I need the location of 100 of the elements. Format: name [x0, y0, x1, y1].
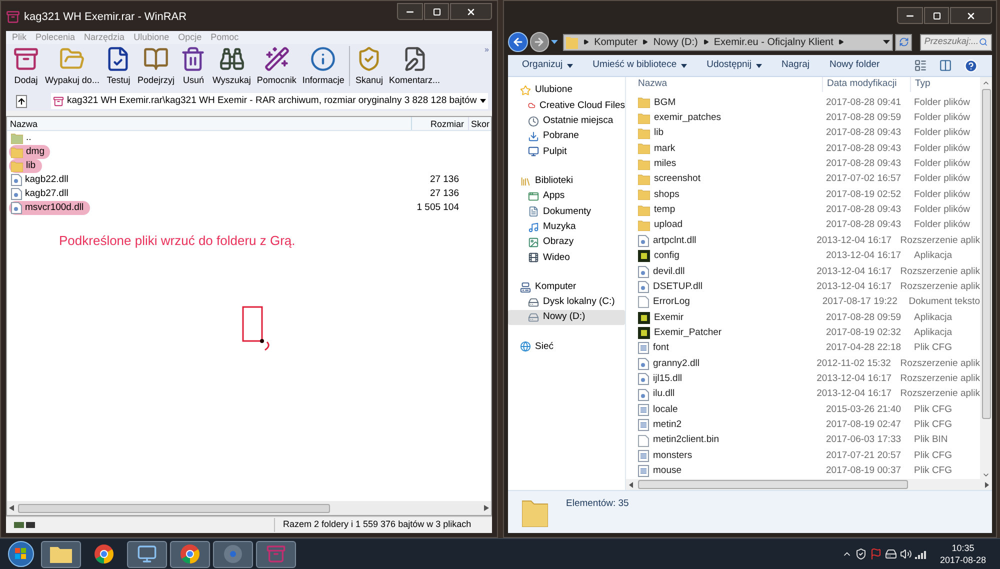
file-row[interactable]: upload 2017-08-28 09:43 Folder plików	[626, 218, 980, 234]
file-row[interactable]: metin2 2017-08-19 02:47 Plik CFG	[626, 418, 980, 433]
toolbar-button[interactable]: Komentarz...	[386, 46, 444, 88]
breadcrumb-item[interactable]: Nowy (D:)	[653, 34, 698, 50]
file-row[interactable]: devil.dll 2013-12-04 16:17 Rozszerzenie aplik	[626, 264, 980, 280]
horizontal-scrollbar[interactable]	[626, 479, 992, 490]
preview-pane-icon[interactable]	[939, 59, 952, 72]
file-row[interactable]: BGM 2017-08-28 09:41 Folder plików	[626, 95, 980, 110]
maximize-button[interactable]	[424, 3, 449, 20]
close-button[interactable]	[450, 3, 492, 20]
drive-icon[interactable]	[884, 548, 897, 560]
nav-item[interactable]: Obrazy	[508, 234, 625, 250]
command-button[interactable]: Organizuj	[522, 58, 573, 73]
file-row[interactable]: temp 2017-08-28 09:43 Folder plików	[626, 202, 980, 218]
file-row[interactable]: Exemir 2017-08-28 09:59 Aplikacja	[626, 310, 980, 326]
vertical-scrollbar[interactable]	[980, 77, 992, 479]
file-row[interactable]: config 2013-12-04 16:17 Aplikacja	[626, 248, 980, 264]
toolbar-button[interactable]: Informacje	[299, 46, 348, 88]
file-row[interactable]: mark 2017-08-28 09:43 Folder plików	[626, 141, 980, 156]
file-row[interactable]: screenshot 2017-07-02 16:57 Folder plików	[626, 172, 980, 188]
nav-item[interactable]: Nowy (D:)	[508, 310, 625, 326]
column-header[interactable]: Data modyfikacji	[822, 77, 910, 92]
nav-item[interactable]: Creative Cloud Files	[508, 98, 625, 114]
command-button[interactable]: Nagraj	[782, 58, 810, 73]
nav-item[interactable]: Ostatnie miejsca	[508, 113, 625, 129]
file-row[interactable]: exemir_patches 2017-08-28 09:59 Folder plików	[626, 110, 980, 126]
nav-item[interactable]: Dysk lokalny (C:)	[508, 294, 625, 310]
close-button[interactable]	[950, 7, 992, 24]
toolbar-button[interactable]: Usuń	[177, 46, 210, 88]
horizontal-scrollbar[interactable]	[7, 501, 491, 515]
taskbar-button[interactable]	[41, 540, 81, 568]
file-row[interactable]: DSETUP.dll 2013-12-04 16:17 Rozszerzenie aplik	[626, 279, 980, 295]
file-row[interactable]: msvcr100d.dll 1 505 104	[7, 201, 491, 215]
scroll-right-icon[interactable]	[985, 482, 989, 488]
taskbar-button[interactable]	[213, 540, 253, 568]
nav-group[interactable]: Komputer	[508, 280, 625, 295]
scrollbar-thumb[interactable]	[982, 89, 990, 419]
file-row[interactable]: ijl15.dll 2013-12-04 16:17 Rozszerzenie aplik	[626, 371, 980, 387]
nav-item[interactable]: Pobrane	[508, 128, 625, 144]
file-row[interactable]: font 2017-04-28 22:18 Plik CFG	[626, 340, 980, 356]
up-button[interactable]	[16, 94, 27, 108]
column-header[interactable]: Nazwa	[7, 117, 412, 130]
file-row[interactable]: ..	[7, 131, 491, 145]
command-button[interactable]: Umieść w bibliotece	[592, 58, 687, 73]
command-button[interactable]: Nowy folder	[830, 58, 880, 73]
file-row[interactable]: granny2.dll 2012-11-02 15:32 Rozszerzenie aplik	[626, 356, 980, 372]
file-row[interactable]: miles 2017-08-28 09:43 Folder plików	[626, 156, 980, 172]
file-row[interactable]: mouse 2017-08-19 00:37 Plik CFG	[626, 464, 980, 479]
toolbar-button[interactable]: Dodaj	[10, 46, 42, 88]
file-row[interactable]: shops 2017-08-19 02:52 Folder plików	[626, 187, 980, 203]
signal-icon[interactable]	[914, 549, 927, 559]
nav-item[interactable]: Pulpit	[508, 144, 625, 160]
column-header[interactable]: Rozmiar	[412, 117, 469, 130]
command-button[interactable]: Udostępnij	[706, 58, 762, 73]
toolbar-button[interactable]: Skanuj	[352, 46, 386, 88]
nav-group[interactable]: Biblioteki	[508, 174, 625, 189]
refresh-button[interactable]	[894, 34, 912, 50]
back-button[interactable]	[508, 32, 528, 52]
forward-button[interactable]	[530, 32, 550, 52]
path-field[interactable]: kag321 WH Exemir.rar\kag321 WH Exemir - RAR archiwum, rozmiar oryginalny 3 828 128 bajtów	[51, 93, 488, 109]
breadcrumb-item[interactable]: Komputer	[594, 34, 638, 50]
scroll-left-icon[interactable]	[629, 482, 633, 488]
column-header[interactable]: Nazwa	[626, 77, 822, 92]
address-bar[interactable]: Komputer Nowy (D:) Exemir.eu - Oficjalny Klient	[563, 34, 893, 50]
file-row[interactable]: ilu.dll 2013-12-04 16:17 Rozszerzenie aplik	[626, 386, 980, 402]
breadcrumb-item[interactable]: Exemir.eu - Oficjalny Klient	[714, 34, 834, 50]
view-icon[interactable]	[914, 59, 927, 72]
volume-icon[interactable]	[900, 548, 912, 560]
nav-item[interactable]: Muzyka	[508, 219, 625, 235]
search-field[interactable]: Przeszukaj:...	[920, 34, 992, 50]
nav-group[interactable]: Sieć	[508, 339, 625, 354]
file-row[interactable]: artpclnt.dll 2013-12-04 16:17 Rozszerzenie aplik	[626, 233, 980, 249]
file-row[interactable]: lib 2017-08-28 09:43 Folder plików	[626, 126, 980, 142]
file-row[interactable]: ErrorLog 2017-08-17 19:22 Dokument teksto	[626, 294, 980, 310]
nav-item[interactable]: Wideo	[508, 250, 625, 266]
toolbar-overflow-button[interactable]: »	[484, 44, 489, 56]
taskbar-button[interactable]	[127, 540, 167, 568]
shield-icon[interactable]	[854, 548, 867, 560]
toolbar-button[interactable]: Testuj	[102, 46, 134, 88]
toolbar-button[interactable]: Pomocnik	[254, 46, 300, 88]
nav-item[interactable]: Apps	[508, 188, 625, 204]
file-row[interactable]: Exemir_Patcher 2017-08-19 02:32 Aplikacja	[626, 325, 980, 341]
clock[interactable]: 10:35 2017-08-28	[930, 542, 996, 566]
taskbar-button[interactable]	[256, 540, 296, 568]
toolbar-button[interactable]: Wypakuj do...	[42, 46, 102, 88]
scrollbar-thumb[interactable]	[638, 480, 908, 489]
file-row[interactable]: locale 2015-03-26 21:40 Plik CFG	[626, 402, 980, 418]
help-icon[interactable]	[964, 58, 978, 72]
maximize-button[interactable]	[924, 7, 949, 24]
scroll-up-icon[interactable]	[982, 79, 990, 87]
taskbar-button[interactable]	[170, 540, 210, 568]
file-row[interactable]: dmg	[7, 145, 491, 159]
scroll-down-icon[interactable]	[982, 471, 990, 479]
toolbar-button[interactable]: Wyszukaj	[209, 46, 254, 88]
scrollbar-thumb[interactable]	[18, 504, 330, 512]
column-header[interactable]: Skor	[469, 117, 491, 130]
file-row[interactable]: kagb22.dll 27 136	[7, 173, 491, 187]
flag-icon[interactable]	[870, 548, 882, 560]
toolbar-button[interactable]: Podejrzyj	[134, 46, 178, 88]
nav-group[interactable]: Ulubione	[508, 83, 625, 98]
